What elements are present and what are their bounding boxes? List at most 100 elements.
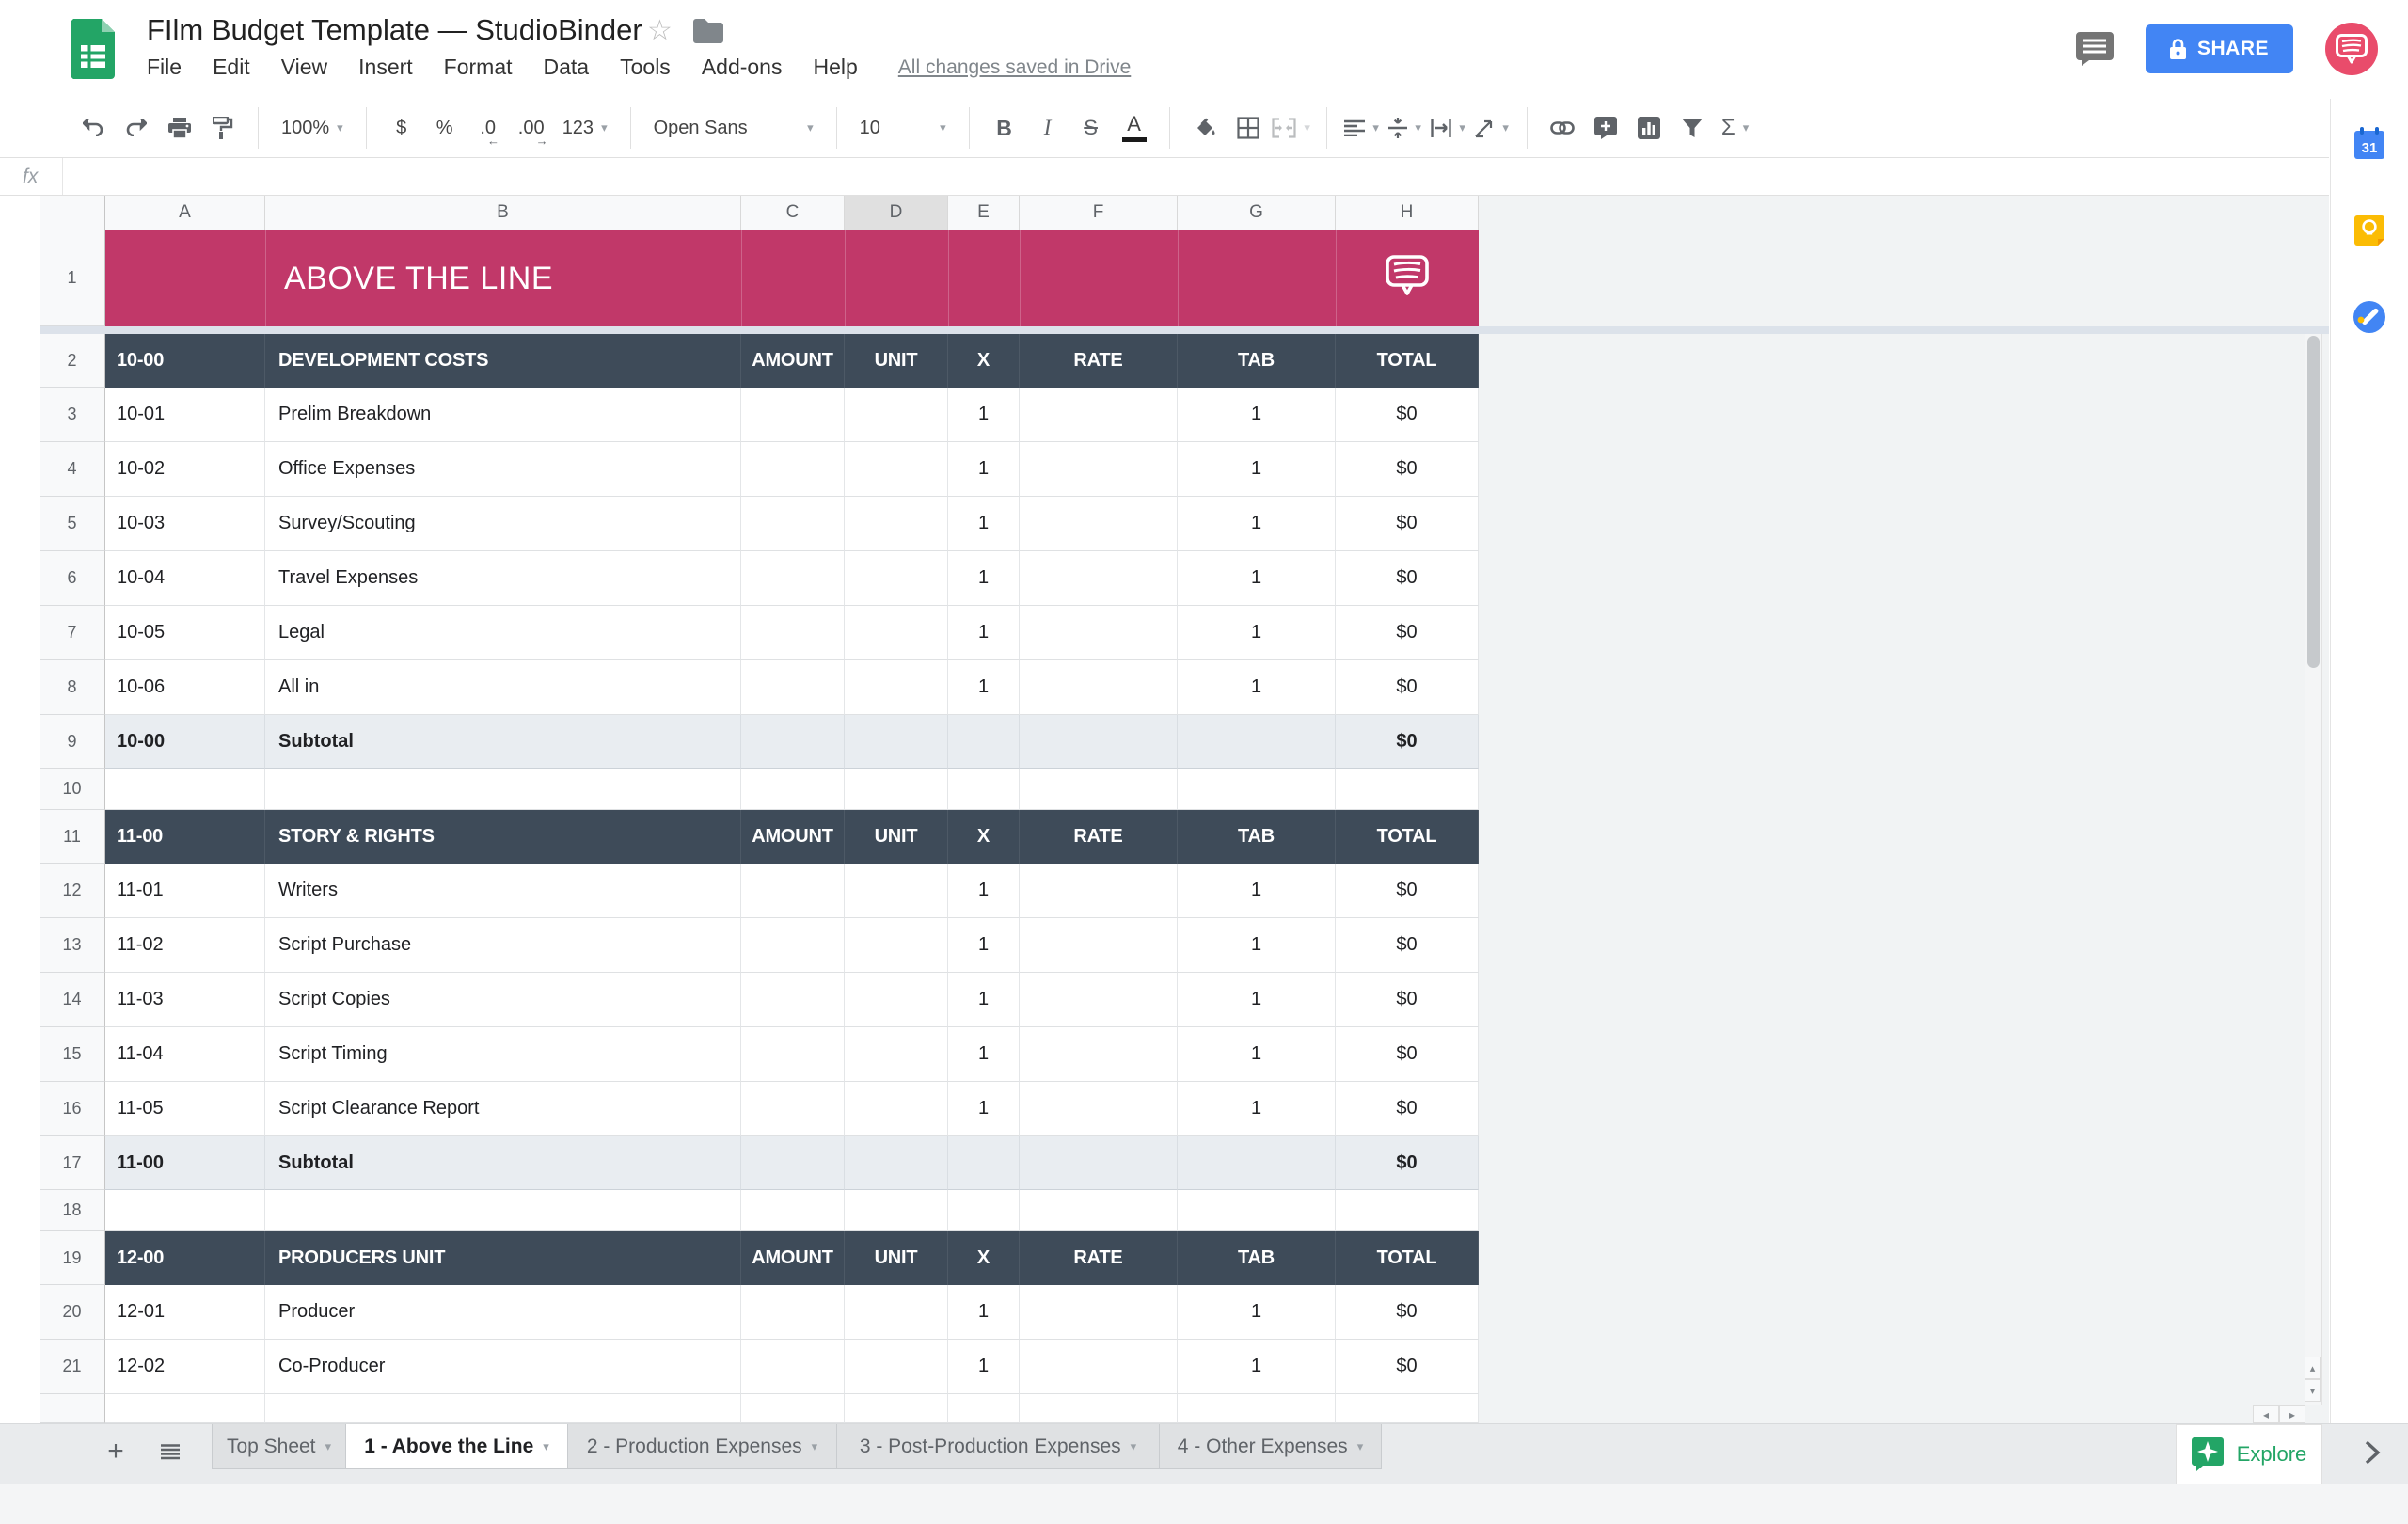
line-code[interactable]: 11-04 — [105, 1027, 265, 1082]
line-amount[interactable] — [741, 1340, 845, 1394]
formula-input[interactable] — [62, 158, 2329, 195]
line-x[interactable]: 1 — [948, 606, 1020, 660]
functions-dropdown[interactable]: Σ▾ — [1714, 106, 1757, 150]
section-title[interactable]: STORY & RIGHTS — [265, 810, 741, 864]
line-tab[interactable]: 1 — [1178, 497, 1336, 551]
section-code[interactable]: 10-00 — [105, 334, 265, 388]
line-total[interactable]: $0 — [1336, 606, 1479, 660]
col-label-tab[interactable]: TAB — [1178, 334, 1336, 388]
line-tab[interactable]: 1 — [1178, 442, 1336, 497]
filter-button[interactable] — [1671, 106, 1714, 150]
cell[interactable] — [845, 715, 948, 769]
menu-view[interactable]: View — [281, 55, 327, 80]
line-total[interactable]: $0 — [1336, 660, 1479, 715]
zoom-dropdown[interactable]: 100%▾ — [272, 106, 353, 150]
save-status[interactable]: All changes saved in Drive — [898, 56, 1131, 79]
line-tab[interactable]: 1 — [1178, 1340, 1336, 1394]
line-tab[interactable]: 1 — [1178, 864, 1336, 918]
col-label-total[interactable]: TOTAL — [1336, 334, 1479, 388]
line-code[interactable]: 10-04 — [105, 551, 265, 606]
line-amount[interactable] — [741, 497, 845, 551]
line-amount[interactable] — [741, 1082, 845, 1136]
line-code[interactable]: 10-01 — [105, 388, 265, 442]
column-header-E[interactable]: E — [948, 196, 1020, 230]
column-header-A[interactable]: A — [105, 196, 265, 230]
merge-cells-button[interactable]: ▾ — [1270, 106, 1313, 150]
line-tab[interactable]: 1 — [1178, 551, 1336, 606]
col-label-amount[interactable]: AMOUNT — [741, 1231, 845, 1285]
section-code[interactable]: 12-00 — [105, 1231, 265, 1285]
menu-addons[interactable]: Add-ons — [702, 55, 783, 80]
line-code[interactable]: 11-05 — [105, 1082, 265, 1136]
bold-button[interactable]: B — [983, 106, 1026, 150]
strikethrough-button[interactable]: S — [1069, 106, 1113, 150]
line-rate[interactable] — [1020, 388, 1178, 442]
menu-data[interactable]: Data — [544, 55, 590, 80]
line-amount[interactable] — [741, 973, 845, 1027]
line-rate[interactable] — [1020, 551, 1178, 606]
line-amount[interactable] — [741, 442, 845, 497]
line-code[interactable]: 10-02 — [105, 442, 265, 497]
more-formats-dropdown[interactable]: 123▾ — [553, 106, 617, 150]
row-number[interactable]: 7 — [40, 606, 105, 660]
col-label-tab[interactable]: TAB — [1178, 1231, 1336, 1285]
line-tab[interactable]: 1 — [1178, 973, 1336, 1027]
vertical-align-dropdown[interactable]: ▾ — [1384, 106, 1427, 150]
frozen-row-divider[interactable] — [40, 326, 2329, 334]
row-number[interactable]: 13 — [40, 918, 105, 973]
insert-comment-button[interactable] — [1584, 106, 1627, 150]
decrease-decimal-button[interactable]: .0← — [467, 106, 510, 150]
line-tab[interactable]: 1 — [1178, 388, 1336, 442]
fill-color-button[interactable] — [1183, 106, 1227, 150]
line-total[interactable]: $0 — [1336, 918, 1479, 973]
line-x[interactable]: 1 — [948, 551, 1020, 606]
cell[interactable] — [741, 1136, 845, 1190]
undo-button[interactable] — [71, 106, 115, 150]
subtotal-total[interactable]: $0 — [1336, 1136, 1479, 1190]
line-description[interactable]: Survey/Scouting — [265, 497, 741, 551]
add-sheet-button[interactable]: + — [94, 1430, 137, 1473]
line-description[interactable]: Legal — [265, 606, 741, 660]
line-x[interactable]: 1 — [948, 388, 1020, 442]
paint-format-button[interactable] — [201, 106, 245, 150]
expand-side-panel-button[interactable] — [2352, 1432, 2393, 1473]
star-icon[interactable]: ☆ — [647, 17, 673, 45]
col-label-total[interactable]: TOTAL — [1336, 1231, 1479, 1285]
line-tab[interactable]: 1 — [1178, 606, 1336, 660]
col-label-amount[interactable]: AMOUNT — [741, 810, 845, 864]
select-all-corner[interactable] — [40, 196, 105, 230]
line-unit[interactable] — [845, 551, 948, 606]
line-code[interactable]: 11-03 — [105, 973, 265, 1027]
line-unit[interactable] — [845, 918, 948, 973]
line-amount[interactable] — [741, 1285, 845, 1340]
cell[interactable] — [948, 1136, 1020, 1190]
line-description[interactable]: Script Purchase — [265, 918, 741, 973]
line-x[interactable]: 1 — [948, 660, 1020, 715]
format-currency-button[interactable]: $ — [380, 106, 423, 150]
font-dropdown[interactable]: Open Sans▾ — [644, 106, 823, 150]
chevron-down-icon[interactable]: ▾ — [1357, 1439, 1364, 1454]
subtotal-label[interactable]: Subtotal — [265, 1136, 741, 1190]
line-x[interactable]: 1 — [948, 1027, 1020, 1082]
line-rate[interactable] — [1020, 497, 1178, 551]
menu-format[interactable]: Format — [444, 55, 513, 80]
line-tab[interactable]: 1 — [1178, 1027, 1336, 1082]
line-unit[interactable] — [845, 1340, 948, 1394]
row-number[interactable]: 14 — [40, 973, 105, 1027]
line-code[interactable]: 10-05 — [105, 606, 265, 660]
line-total[interactable]: $0 — [1336, 1082, 1479, 1136]
google-sheets-logo[interactable] — [71, 19, 115, 79]
column-header-G[interactable]: G — [1178, 196, 1336, 230]
col-label-rate[interactable]: RATE — [1020, 810, 1178, 864]
line-description[interactable]: Prelim Breakdown — [265, 388, 741, 442]
line-total[interactable]: $0 — [1336, 551, 1479, 606]
italic-button[interactable]: I — [1026, 106, 1069, 150]
row-number[interactable]: 10 — [40, 769, 105, 810]
menu-tools[interactable]: Tools — [620, 55, 671, 80]
line-total[interactable]: $0 — [1336, 1027, 1479, 1082]
column-header-C[interactable]: C — [741, 196, 845, 230]
line-description[interactable]: All in — [265, 660, 741, 715]
row-number[interactable] — [40, 1394, 105, 1423]
insert-chart-button[interactable] — [1627, 106, 1671, 150]
chevron-down-icon[interactable]: ▾ — [1131, 1439, 1137, 1454]
